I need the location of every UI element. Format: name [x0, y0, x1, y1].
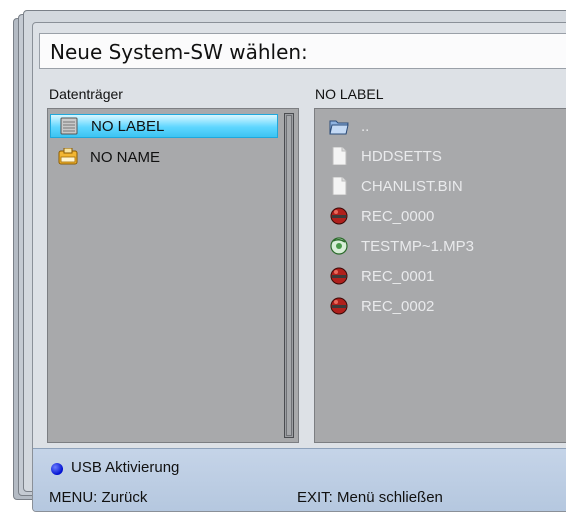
audio-icon — [330, 237, 348, 255]
drive-icon — [60, 117, 78, 135]
record-icon — [330, 267, 348, 285]
folder-up-icon — [329, 120, 349, 135]
footer-bar: USB Aktivierung MENU: Zurück EXIT: Menü … — [33, 448, 566, 511]
file-item-label: HDDSETTS — [361, 147, 442, 165]
drives-header: Datenträger — [49, 86, 123, 102]
file-icon — [332, 177, 347, 195]
usb-activation-label[interactable]: USB Aktivierung — [71, 459, 179, 476]
file-icon — [332, 147, 347, 165]
file-item[interactable]: .. — [321, 114, 566, 138]
title-bar: Neue System-SW wählen: — [39, 33, 566, 69]
drive-item-label: NO NAME — [90, 148, 161, 166]
drive-item-no-label[interactable]: NO LABEL — [50, 114, 278, 138]
menu-back-hint: MENU: Zurück — [49, 489, 148, 506]
usb-drive-icon — [58, 148, 78, 165]
file-item[interactable]: CHANLIST.BIN — [321, 174, 566, 198]
files-list: .. HDDSETTS CHANLIST.BIN REC_0000 TESTMP… — [314, 108, 566, 443]
scrollbar-thumb[interactable] — [286, 115, 292, 436]
drive-item-no-name[interactable]: NO NAME — [50, 145, 278, 169]
file-item[interactable]: REC_0001 — [321, 264, 566, 288]
drive-item-label: NO LABEL — [91, 117, 165, 135]
drives-list: NO LABEL NO NAME — [47, 108, 299, 443]
record-icon — [330, 297, 348, 315]
file-item-label: .. — [361, 117, 370, 135]
drives-scrollbar[interactable] — [284, 113, 294, 438]
dialog-title: Neue System-SW wählen: — [50, 40, 308, 64]
file-item[interactable]: REC_0002 — [321, 294, 566, 318]
firmware-select-dialog: Neue System-SW wählen: Datenträger NO LA… — [32, 22, 566, 512]
file-item[interactable]: TESTMP~1.MP3 — [321, 234, 566, 258]
file-item-label: TESTMP~1.MP3 — [361, 237, 474, 255]
file-item-label: CHANLIST.BIN — [361, 177, 463, 195]
file-item-label: REC_0001 — [361, 267, 435, 285]
files-header: NO LABEL — [315, 86, 384, 102]
file-item-label: REC_0000 — [361, 207, 435, 225]
record-icon — [330, 207, 348, 225]
file-item[interactable]: HDDSETTS — [321, 144, 566, 168]
exit-close-hint: EXIT: Menü schließen — [297, 489, 443, 506]
file-item-label: REC_0002 — [361, 297, 435, 315]
blue-button-icon[interactable] — [51, 463, 63, 475]
file-item[interactable]: REC_0000 — [321, 204, 566, 228]
